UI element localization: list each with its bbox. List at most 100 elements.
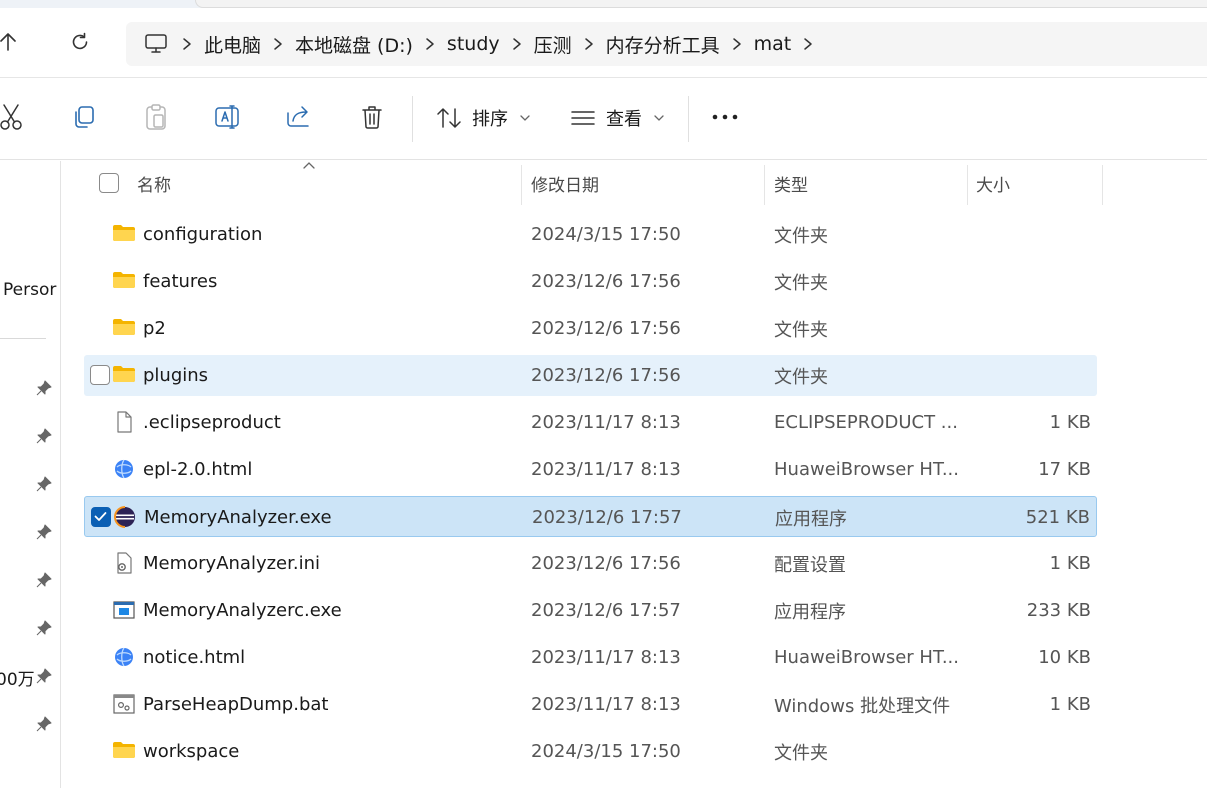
column-divider[interactable] xyxy=(764,165,765,205)
paste-icon[interactable] xyxy=(141,102,171,132)
row-checkbox[interactable] xyxy=(91,507,111,527)
file-row[interactable]: .eclipseproduct 2023/11/17 8:13 ECLIPSEPRO… xyxy=(84,402,1097,443)
pin-icon xyxy=(36,668,52,684)
file-size: 10 KB xyxy=(1038,647,1091,668)
up-arrow-icon[interactable] xyxy=(0,28,22,56)
file-type: 配置设置 xyxy=(774,554,846,576)
breadcrumb-study[interactable]: study xyxy=(447,22,500,66)
file-row[interactable]: plugins 2023/12/6 17:56 文件夹 xyxy=(84,355,1097,396)
column-divider[interactable] xyxy=(521,165,522,205)
chevron-right-icon[interactable] xyxy=(720,22,754,66)
cut-icon[interactable] xyxy=(0,102,27,132)
file-name: .eclipseproduct xyxy=(143,412,281,433)
breadcrumb-this-pc[interactable]: 此电脑 xyxy=(204,22,261,66)
tab-edge xyxy=(195,0,1207,8)
pin-icon xyxy=(36,524,52,540)
sort-menu-button[interactable]: 排序 xyxy=(436,102,530,134)
select-all-checkbox[interactable] xyxy=(99,173,119,193)
file-name: MemoryAnalyzer.exe xyxy=(144,507,332,528)
file-size: 1 KB xyxy=(1049,553,1091,574)
file-row[interactable]: MemoryAnalyzer.ini 2023/12/6 17:56 配置设置 1 K… xyxy=(84,543,1097,584)
file-name: MemoryAnalyzer.ini xyxy=(143,553,321,574)
chevron-down-icon xyxy=(654,114,664,122)
command-bar: 排序 查看 xyxy=(0,78,1207,160)
file-name: features xyxy=(143,271,218,292)
file-row[interactable]: MemoryAnalyzer.exe 2023/12/6 17:57 应用程序 521… xyxy=(84,496,1097,537)
file-date-modified: 2023/12/6 17:56 xyxy=(531,271,681,292)
rename-icon[interactable] xyxy=(213,102,243,132)
chevron-right-icon[interactable] xyxy=(791,22,825,66)
pin-icon xyxy=(36,572,52,588)
column-header-date[interactable]: 修改日期 xyxy=(531,161,599,205)
file-row[interactable]: notice.html 2023/11/17 8:13 HuaweiBrowser … xyxy=(84,637,1097,678)
breadcrumb-load-test[interactable]: 压测 xyxy=(534,22,572,66)
file-type: HuaweiBrowser HT... xyxy=(774,647,959,668)
title-strip xyxy=(0,0,1207,8)
computer-icon xyxy=(144,33,170,55)
column-header-row: 名称 修改日期 类型 大小 xyxy=(62,161,1103,205)
file-row[interactable]: p2 2023/12/6 17:56 文件夹 xyxy=(84,308,1097,349)
file-size: 17 KB xyxy=(1038,459,1091,480)
file-size: 1 KB xyxy=(1049,694,1091,715)
file-row[interactable]: MemoryAnalyzerc.exe 2023/12/6 17:57 应用程序 23… xyxy=(84,590,1097,631)
delete-icon[interactable] xyxy=(357,102,387,132)
folder-icon xyxy=(112,364,136,386)
column-header-type[interactable]: 类型 xyxy=(774,161,808,205)
file-type: 文件夹 xyxy=(774,742,828,764)
chevron-right-icon[interactable] xyxy=(572,22,606,66)
file-row[interactable]: workspace 2024/3/15 17:50 文件夹 xyxy=(84,731,1097,772)
chevron-right-icon[interactable] xyxy=(170,22,204,66)
more-options-icon[interactable] xyxy=(710,102,740,132)
file-date-modified: 2023/12/6 17:56 xyxy=(531,365,681,386)
chevron-right-icon[interactable] xyxy=(413,22,447,66)
navigation-pane: Persor 00万 xyxy=(0,161,61,788)
file-size: 1 KB xyxy=(1049,412,1091,433)
toolbar-divider xyxy=(412,96,413,142)
pin-icon xyxy=(36,620,52,636)
file-date-modified: 2023/11/17 8:13 xyxy=(531,412,681,433)
column-divider[interactable] xyxy=(967,165,968,205)
file-list: 名称 修改日期 类型 大小 configuration 2024/3/15 17:… xyxy=(62,161,1207,788)
breadcrumb-memory-tools[interactable]: 内存分析工具 xyxy=(606,22,720,66)
column-divider[interactable] xyxy=(1102,165,1103,205)
file-name: ParseHeapDump.bat xyxy=(143,694,329,715)
file-type: HuaweiBrowser HT... xyxy=(774,459,959,480)
file-type: 应用程序 xyxy=(774,601,846,623)
file-type: 文件夹 xyxy=(774,366,828,388)
column-header-size[interactable]: 大小 xyxy=(976,161,1010,205)
file-row[interactable]: epl-2.0.html 2023/11/17 8:13 HuaweiBrowser… xyxy=(84,449,1097,490)
file-name: epl-2.0.html xyxy=(143,459,253,480)
file-date-modified: 2023/11/17 8:13 xyxy=(531,694,681,715)
address-row: 此电脑 本地磁盘 (D:) study 压测 内存分析工具 mat xyxy=(0,8,1207,78)
breadcrumb-mat[interactable]: mat xyxy=(754,22,792,66)
browser-html-icon xyxy=(112,646,136,668)
sidebar-divider xyxy=(0,338,46,339)
file-row[interactable]: features 2023/12/6 17:56 文件夹 xyxy=(84,261,1097,302)
file-date-modified: 2023/11/17 8:13 xyxy=(531,459,681,480)
sidebar-item-partial[interactable]: 00万 xyxy=(0,665,35,690)
file-type: 文件夹 xyxy=(774,225,828,247)
file-name: plugins xyxy=(143,365,209,386)
view-label: 查看 xyxy=(606,109,642,130)
copy-icon[interactable] xyxy=(69,102,99,132)
file-name: MemoryAnalyzerc.exe xyxy=(143,600,342,621)
sidebar-item-personal[interactable]: Persor xyxy=(3,280,56,300)
file-date-modified: 2024/3/15 17:50 xyxy=(531,741,681,762)
column-header-name[interactable]: 名称 xyxy=(137,161,171,205)
chevron-right-icon[interactable] xyxy=(500,22,534,66)
share-icon[interactable] xyxy=(285,102,315,132)
view-menu-button[interactable]: 查看 xyxy=(570,102,664,134)
row-checkbox[interactable] xyxy=(90,365,110,385)
file-row[interactable]: ParseHeapDump.bat 2023/11/17 8:13 Windows … xyxy=(84,684,1097,725)
folder-icon xyxy=(112,317,136,339)
file-type: 应用程序 xyxy=(775,508,847,530)
view-list-icon xyxy=(570,108,596,128)
toolbar-divider xyxy=(688,96,689,142)
file-row[interactable]: configuration 2024/3/15 17:50 文件夹 xyxy=(84,214,1097,255)
file-date-modified: 2023/12/6 17:56 xyxy=(531,553,681,574)
chevron-right-icon[interactable] xyxy=(261,22,295,66)
file-type: Windows 批处理文件 xyxy=(774,695,951,717)
breadcrumb-drive-d[interactable]: 本地磁盘 (D:) xyxy=(295,22,413,66)
refresh-icon[interactable] xyxy=(66,28,94,56)
address-bar[interactable]: 此电脑 本地磁盘 (D:) study 压测 内存分析工具 mat xyxy=(126,22,1207,66)
